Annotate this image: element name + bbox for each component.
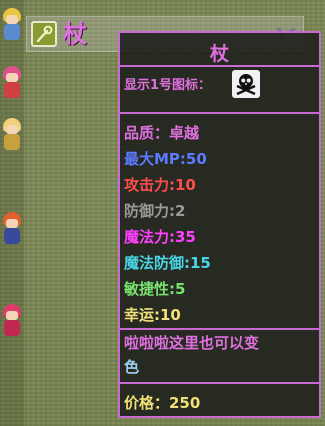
stat-line: 品质：卓越: [124, 124, 200, 142]
icon-label: 显示1号图标：: [124, 78, 212, 93]
party-member-1[interactable]: [1, 8, 23, 42]
stat-line: 魔法防御:15: [124, 254, 211, 272]
skull-crossbones-icon: [232, 70, 260, 98]
party-member-3[interactable]: [1, 118, 23, 152]
stat-line: 魔法力:35: [124, 228, 196, 246]
item-name: 杖: [63, 20, 87, 48]
party-column: [0, 0, 24, 426]
item-tooltip: 杖 显示1号图标： 品质：卓越最大MP:50 攻击力:10 防御力:2 魔法力:35 魔…: [118, 31, 321, 418]
item-price: 价格：250: [124, 394, 201, 412]
description-tail: 色: [124, 358, 140, 376]
stat-line: 敏捷性:5: [124, 280, 186, 298]
stat-line: 最大MP:50: [124, 150, 207, 168]
staff-icon: [31, 21, 57, 47]
tooltip-title: 杖: [209, 43, 229, 65]
stat-line: 攻击力:10: [124, 176, 196, 194]
stat-line: 幸运:10: [124, 306, 181, 324]
item-description: 啦啦啦这里也可以变 色: [124, 331, 314, 379]
party-member-5[interactable]: [1, 304, 23, 338]
party-member-4[interactable]: [1, 212, 23, 246]
party-member-2[interactable]: [1, 66, 23, 100]
stat-line: 防御力:2: [124, 202, 186, 220]
description-main: 啦啦啦这里也可以变: [124, 334, 260, 352]
